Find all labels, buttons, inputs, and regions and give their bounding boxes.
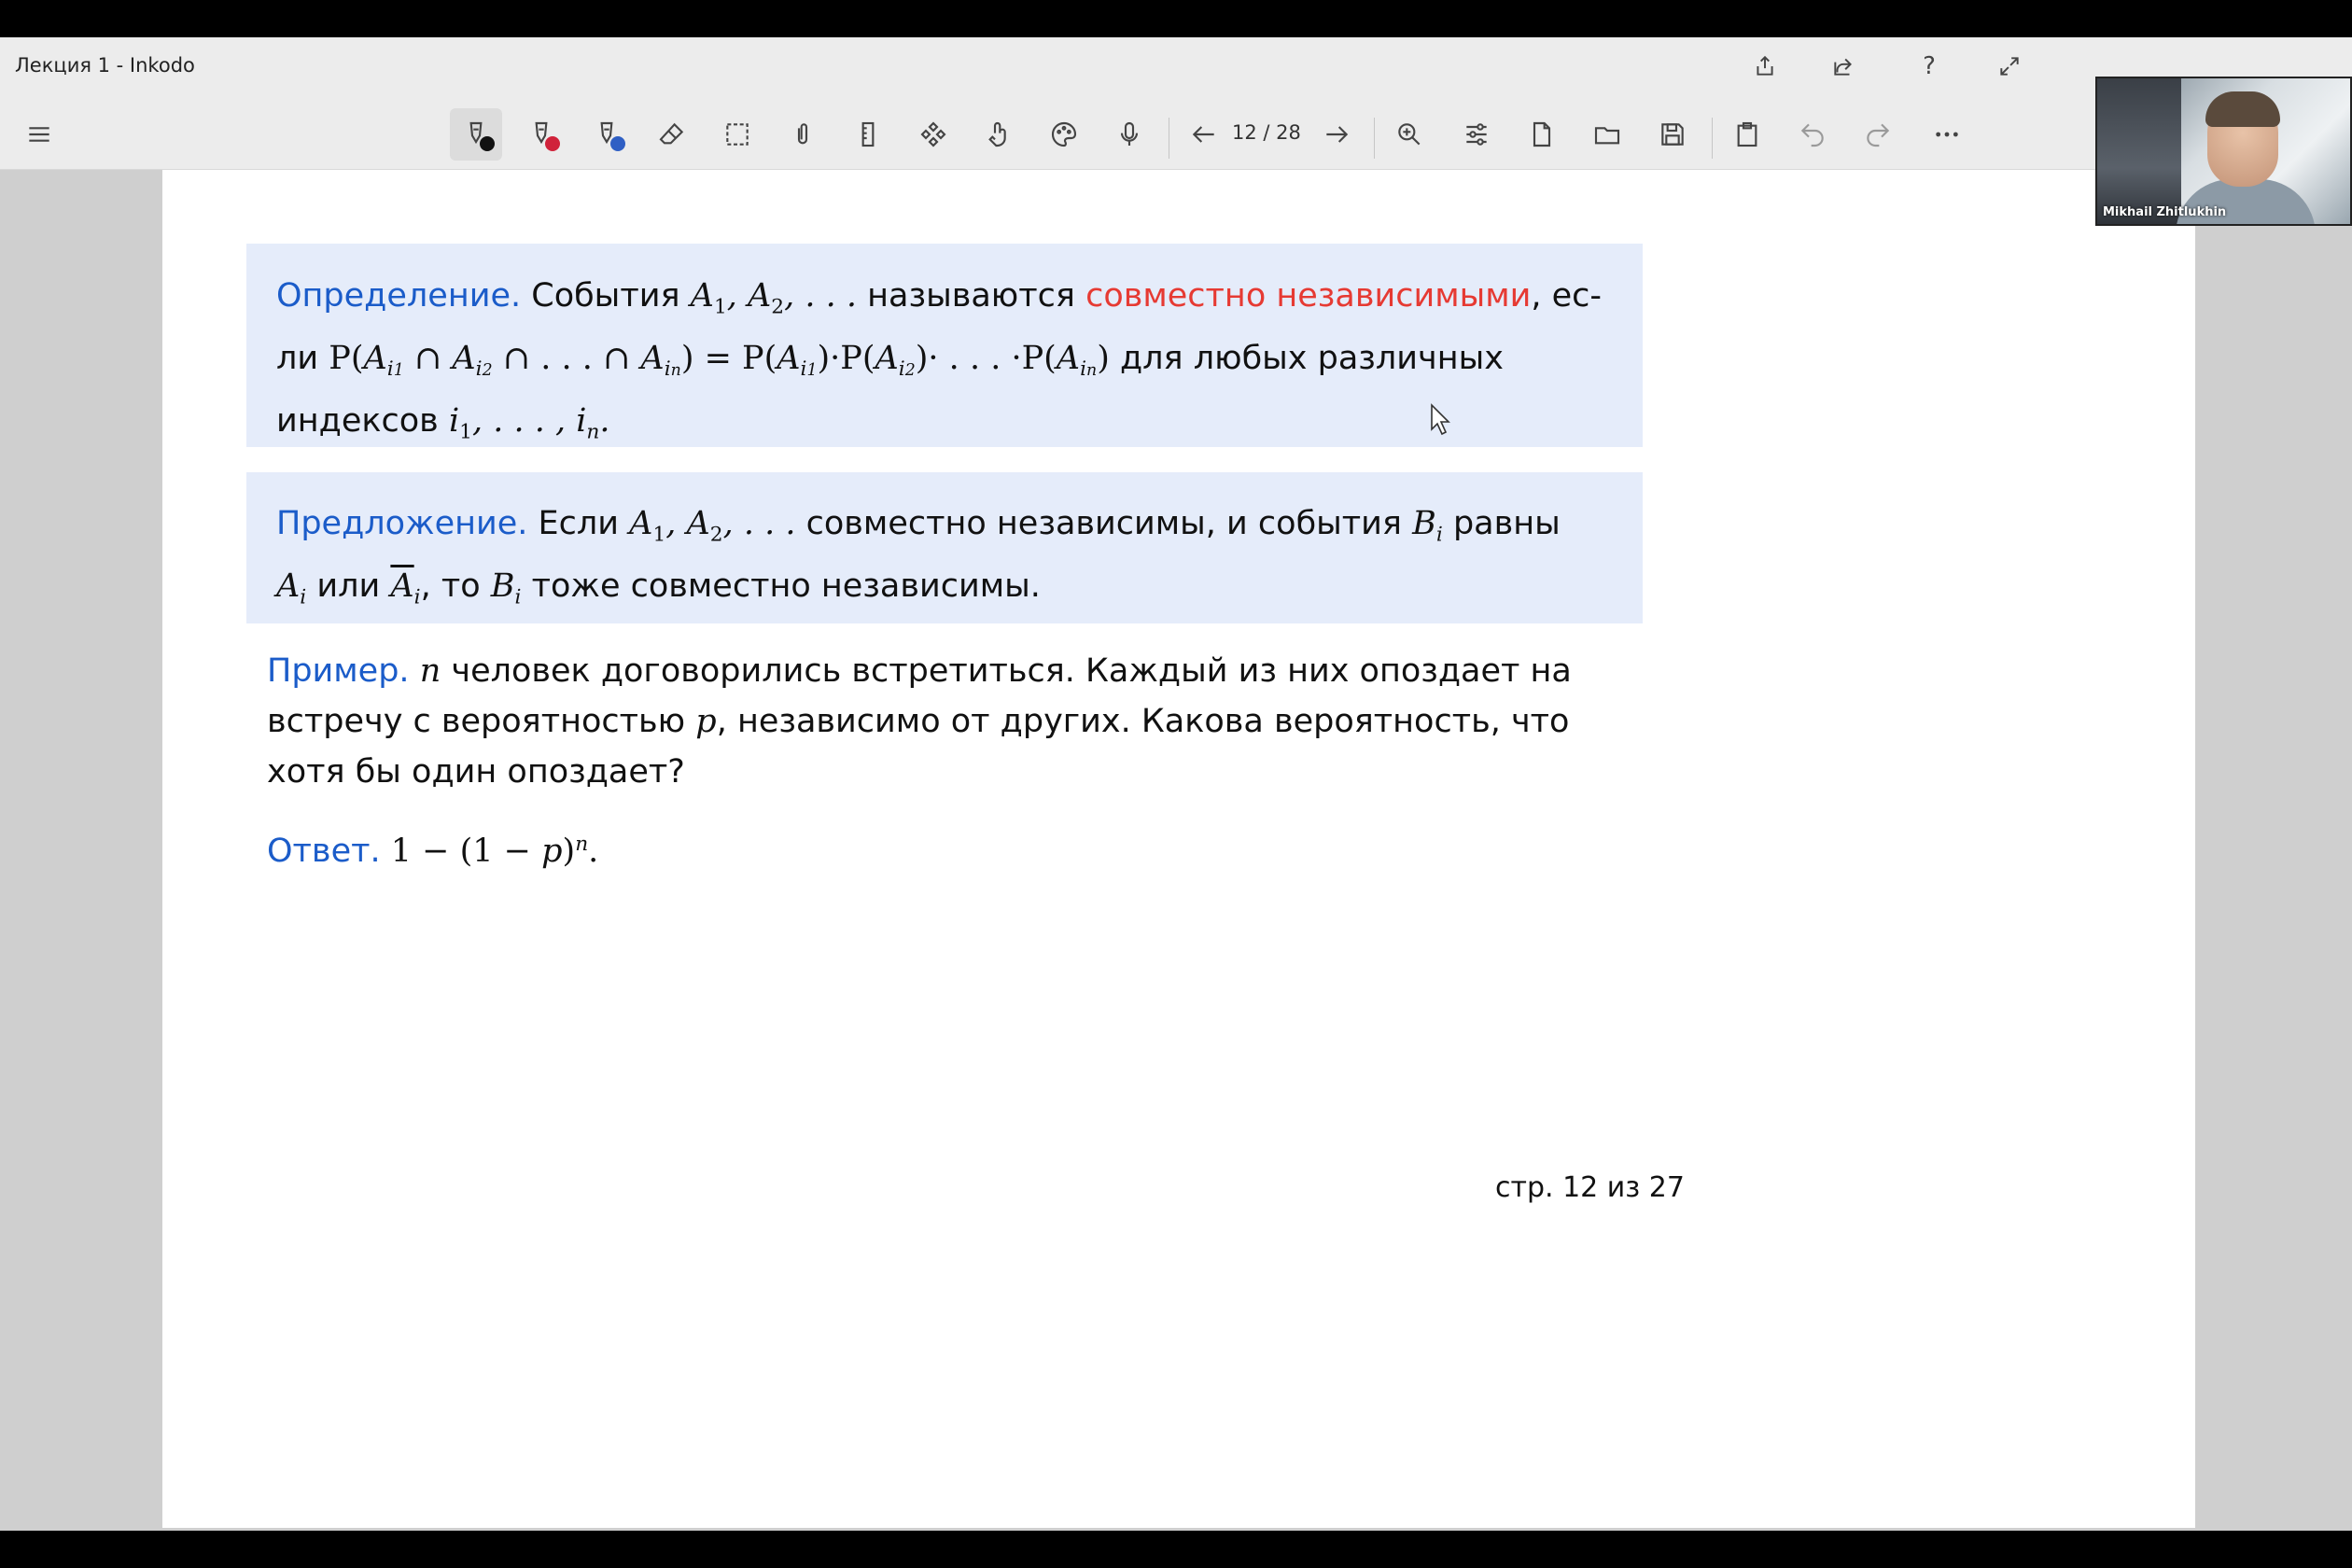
touch-icon[interactable] (973, 108, 1025, 161)
new-document-icon[interactable] (1516, 108, 1568, 161)
math-expression: n (419, 652, 441, 690)
more-options-icon[interactable] (1921, 108, 1973, 161)
hamburger-menu-icon[interactable] (13, 108, 65, 161)
definition-line-2: ли P(Ai1 ∩ Ai2 ∩ . . . ∩ Ain) = P(Ai1)·P… (276, 333, 1613, 397)
attach-icon[interactable] (777, 108, 829, 161)
clipboard-icon[interactable] (1721, 108, 1773, 161)
ruler-icon[interactable] (842, 108, 894, 161)
definition-paragraph: Определение. События A1, A2, . . . назыв… (276, 271, 1613, 458)
definition-label: Определение. (276, 277, 522, 315)
example-label: Пример. (267, 652, 410, 690)
answer-label: Ответ. (267, 832, 381, 870)
proposition-paragraph: Предложение. Если A1, A2, . . . совместн… (276, 498, 1613, 623)
toolbar-separator (1374, 118, 1375, 159)
webcam-video-overlay: Mikhail Zhitlukhin (2095, 77, 2352, 226)
lasso-select-icon[interactable] (711, 108, 763, 161)
help-icon[interactable]: ? (1910, 47, 1949, 86)
definition-text: ли (276, 339, 319, 377)
definition-line-3: индексов i1, . . . , in. (276, 396, 1613, 458)
pen-color-dot (610, 136, 625, 151)
previous-page-icon[interactable] (1178, 108, 1230, 161)
settings-sliders-icon[interactable] (1450, 108, 1503, 161)
webcam-participant-name: Mikhail Zhitlukhin (2103, 205, 2227, 219)
next-page-icon[interactable] (1310, 108, 1363, 161)
proposition-text: или (316, 567, 381, 605)
definition-text: для любых различных (1119, 339, 1504, 377)
screen-top-border (0, 0, 2352, 37)
example-text: человек договорились встретиться. Каждый… (451, 652, 1572, 690)
palette-icon[interactable] (1038, 108, 1090, 161)
document-page: Определение. События A1, A2, . . . назыв… (162, 170, 2195, 1528)
eraser-icon[interactable] (646, 108, 698, 161)
webcam-person-hair (2205, 91, 2280, 127)
pen-color-dot (545, 136, 560, 151)
math-expression: Bi (1412, 505, 1443, 547)
math-expression: p (695, 703, 717, 740)
definition-text: называются (867, 277, 1075, 315)
proposition-text: тоже совместно независимы. (531, 567, 1041, 605)
example-paragraph: Пример. n человек договорились встретить… (267, 646, 1622, 797)
expand-icon[interactable] (1990, 47, 2029, 86)
example-line-3: хотя бы один опоздает? (267, 747, 1622, 797)
undo-icon[interactable] (1786, 108, 1839, 161)
answer-paragraph: Ответ. 1 − (1 − p)n. (267, 819, 1622, 876)
save-icon[interactable] (1646, 108, 1699, 161)
pen-black-tool[interactable] (450, 108, 502, 161)
zoom-icon[interactable] (1383, 108, 1435, 161)
math-expression: Bi (490, 567, 522, 609)
proposition-text: равны (1452, 505, 1561, 542)
proposition-text: Если (538, 505, 620, 542)
page-footer: стр. 12 из 27 (1495, 1171, 1685, 1204)
pen-red-tool[interactable] (515, 108, 567, 161)
webcam-background (2097, 78, 2181, 224)
proposition-line-1: Предложение. Если A1, A2, . . . совместн… (276, 498, 1613, 561)
example-text: хотя бы один опоздает? (267, 753, 685, 791)
definition-line-1: Определение. События A1, A2, . . . назыв… (276, 271, 1613, 333)
pen-color-dot (480, 136, 495, 151)
proposition-line-2: Ai или Ai, то Bi тоже совместно независи… (276, 561, 1613, 623)
pen-blue-tool[interactable] (581, 108, 633, 161)
math-expression: i1, . . . , in. (448, 402, 610, 444)
math-expression: 1 − (1 − p)n. (390, 832, 599, 870)
math-expression: A1, A2, . . . (629, 505, 796, 547)
share-out-icon[interactable] (1745, 47, 1785, 86)
math-expression: Ai (390, 567, 421, 609)
proposition-text: совместно независимы, и события (805, 505, 1402, 542)
definition-text: индексов (276, 402, 439, 441)
screen-bottom-border (0, 1531, 2352, 1568)
inkodo-app-window: Лекция 1 - Inkodo ? 12 / 28 Определение.… (0, 37, 2352, 1531)
share-icon[interactable] (1824, 47, 1863, 86)
math-expression: Ai (276, 567, 307, 609)
proposition-label: Предложение. (276, 505, 528, 542)
open-folder-icon[interactable] (1581, 108, 1633, 161)
definition-highlight: совместно независимыми (1085, 277, 1532, 315)
toolbar: 12 / 28 (0, 95, 2352, 170)
math-expression: A1, A2, . . . (690, 277, 857, 319)
toolbar-separator (1712, 118, 1713, 159)
example-line-1: Пример. n человек договорились встретить… (267, 646, 1622, 696)
proposition-text: , то (420, 567, 481, 605)
example-text: встречу с вероятностью (267, 703, 686, 740)
math-expression: P(Ai1 ∩ Ai2 ∩ . . . ∩ Ain) = P(Ai1)·P(Ai… (329, 339, 1110, 382)
redo-icon[interactable] (1852, 108, 1904, 161)
title-bar: Лекция 1 - Inkodo ? (0, 37, 2352, 95)
example-line-2: встречу с вероятностью p, независимо от … (267, 696, 1622, 747)
pan-move-icon[interactable] (907, 108, 959, 161)
definition-text: , ес- (1531, 277, 1603, 315)
mouse-cursor-icon (1431, 403, 1450, 436)
window-title: Лекция 1 - Inkodo (15, 54, 195, 77)
page-counter[interactable]: 12 / 28 (1232, 121, 1301, 144)
example-text: , независимо от других. Какова вероятнос… (716, 703, 1570, 740)
microphone-icon[interactable] (1103, 108, 1155, 161)
answer-line: Ответ. 1 − (1 − p)n. (267, 819, 1622, 876)
definition-text: События (531, 277, 680, 315)
